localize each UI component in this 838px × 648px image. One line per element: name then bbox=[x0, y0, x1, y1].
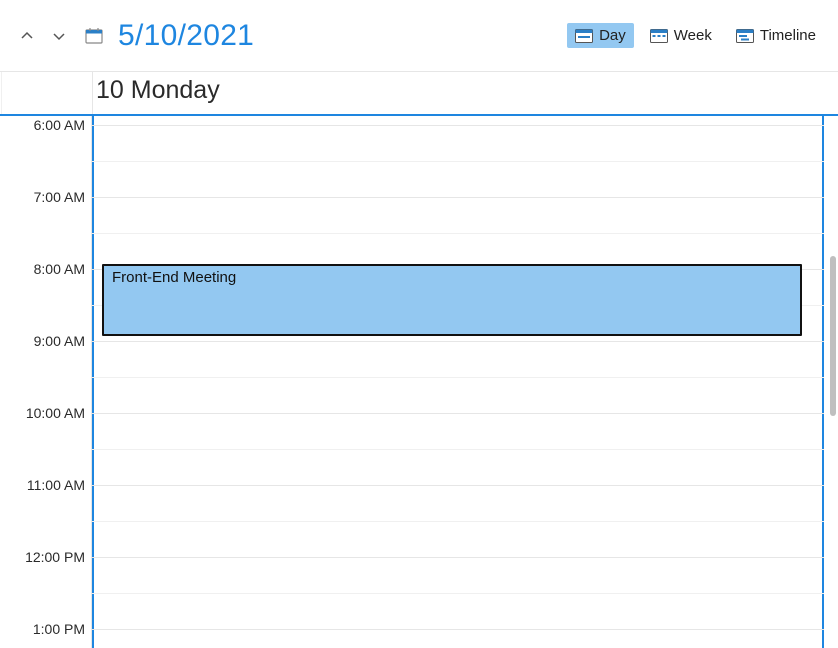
hour-gridline bbox=[92, 557, 824, 558]
view-timeline-button[interactable]: Timeline bbox=[728, 23, 824, 48]
day-header-row: 10 Monday bbox=[0, 72, 838, 116]
chevron-down-icon bbox=[51, 28, 67, 44]
time-label: 10:00 AM bbox=[0, 405, 85, 421]
time-label: 12:00 PM bbox=[0, 549, 85, 565]
time-gutter: 6:00 AM 7:00 AM 8:00 AM 9:00 AM 10:00 AM 11:0… bbox=[0, 116, 92, 648]
hour-gridline bbox=[92, 197, 824, 198]
time-label: 11:00 AM bbox=[0, 477, 85, 493]
hour-gridline bbox=[92, 413, 824, 414]
view-switcher: Day Week Timeline bbox=[567, 23, 824, 48]
hour-gridline bbox=[92, 485, 824, 486]
hour-gridline bbox=[92, 125, 824, 126]
halfhour-gridline bbox=[92, 521, 824, 522]
halfhour-gridline bbox=[92, 449, 824, 450]
timeline-grid[interactable]: 6:00 AM 7:00 AM 8:00 AM 9:00 AM 10:00 AM 11:0… bbox=[0, 116, 838, 648]
view-label: Day bbox=[599, 27, 626, 44]
halfhour-gridline bbox=[92, 593, 824, 594]
view-week-button[interactable]: Week bbox=[642, 23, 720, 48]
date-label[interactable]: 5/10/2021 bbox=[118, 19, 254, 53]
week-view-icon bbox=[650, 28, 668, 44]
calendar-icon bbox=[85, 27, 103, 45]
toolbar: 5/10/2021 Day Week Timeline bbox=[0, 0, 838, 72]
time-label: 1:00 PM bbox=[0, 621, 85, 637]
calendar-event[interactable]: Front-End Meeting bbox=[102, 264, 802, 336]
view-day-button[interactable]: Day bbox=[567, 23, 634, 48]
day-view-icon bbox=[575, 28, 593, 44]
time-label: 8:00 AM bbox=[0, 261, 85, 277]
time-label: 6:00 AM bbox=[0, 117, 85, 133]
view-label: Week bbox=[674, 27, 712, 44]
halfhour-gridline bbox=[92, 377, 824, 378]
scrollbar-thumb[interactable] bbox=[830, 256, 836, 416]
hour-gridline bbox=[92, 341, 824, 342]
chevron-up-icon bbox=[19, 28, 35, 44]
time-label: 9:00 AM bbox=[0, 333, 85, 349]
view-label: Timeline bbox=[760, 27, 816, 44]
time-body[interactable]: Front-End Meeting bbox=[92, 116, 824, 648]
timeline-view-icon bbox=[736, 28, 754, 44]
calendar-picker-button[interactable] bbox=[84, 26, 104, 46]
hour-gridline bbox=[92, 629, 824, 630]
time-label: 7:00 AM bbox=[0, 189, 85, 205]
halfhour-gridline bbox=[92, 233, 824, 234]
day-header: 10 Monday bbox=[96, 76, 220, 105]
prev-button[interactable] bbox=[14, 23, 40, 49]
event-title: Front-End Meeting bbox=[112, 269, 236, 286]
halfhour-gridline bbox=[92, 161, 824, 162]
current-day-outline bbox=[92, 116, 824, 648]
next-button[interactable] bbox=[46, 23, 72, 49]
